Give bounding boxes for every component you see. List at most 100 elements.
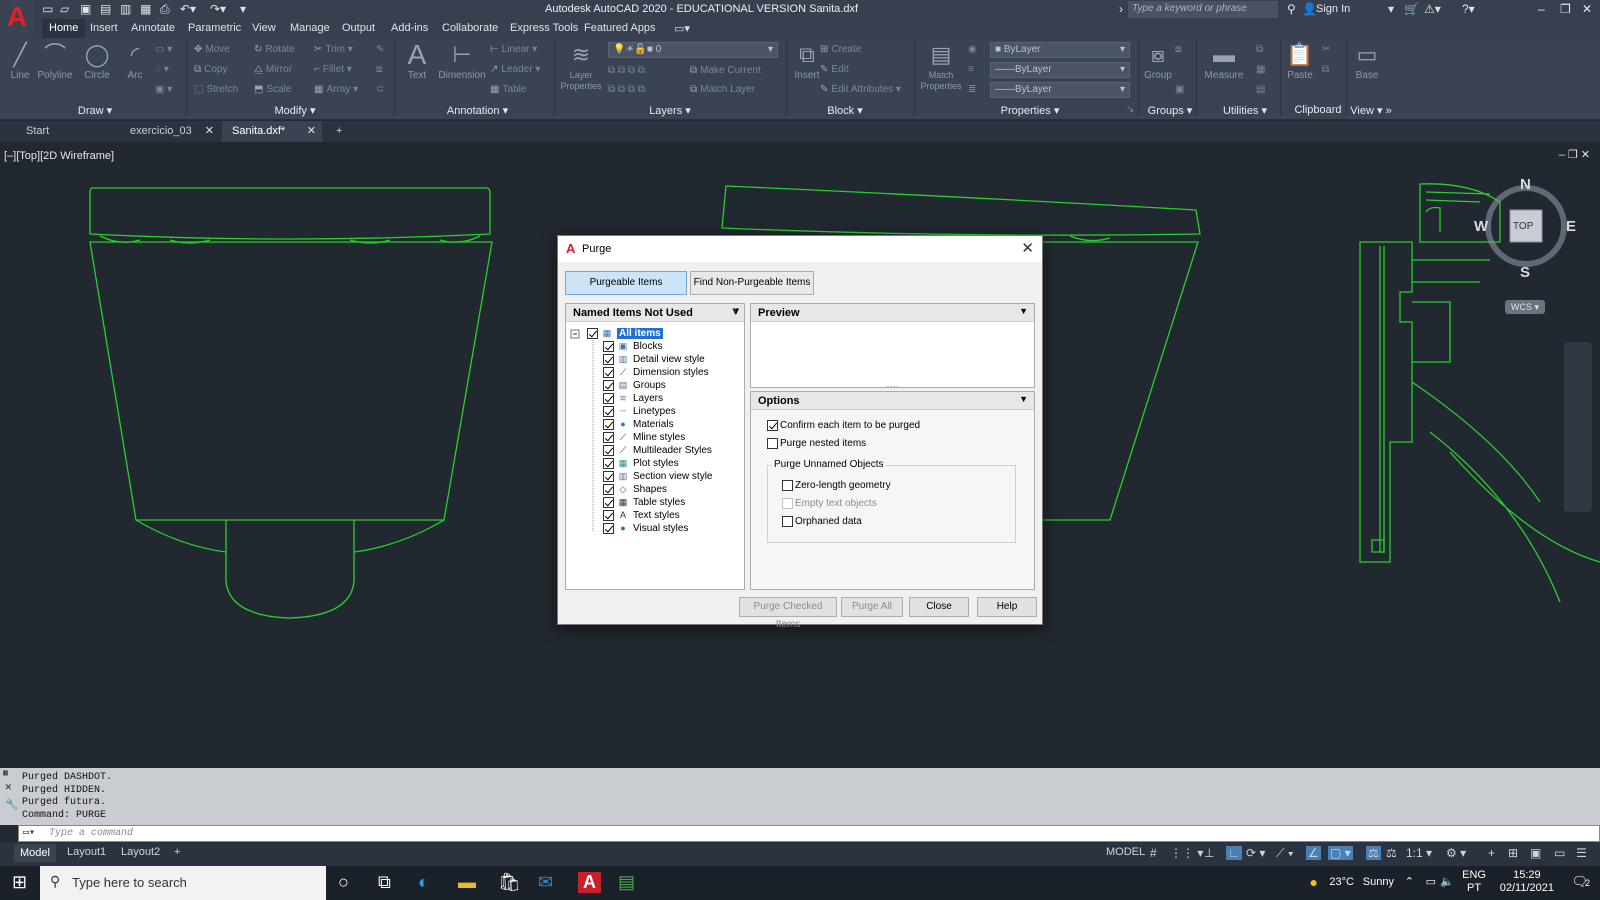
option-purge-nested[interactable]: Purge nested items [767, 438, 866, 450]
task-view-icon[interactable]: ⧉ [378, 872, 391, 893]
layer-tools-icons-2[interactable]: ⧉ ⧉ ⧉ ⧉ [608, 84, 645, 95]
customize-cmd-icon[interactable]: 🔧 [5, 798, 19, 812]
checkbox[interactable] [767, 420, 778, 431]
polyline-button[interactable]: ⌒ Polyline [35, 40, 75, 81]
paste-button[interactable]: 📋 Paste [1280, 40, 1320, 81]
tab-view[interactable]: View [252, 22, 276, 34]
tree-item-visual-styles[interactable]: ● Visual styles [603, 522, 688, 535]
lineweight-dropdown[interactable]: ——ByLayer ▾ [990, 82, 1130, 98]
open-file-icon[interactable]: ▱ [60, 2, 69, 16]
linear-button[interactable]: ⊢ Linear ▾ [490, 44, 537, 55]
viewcube-west[interactable]: W [1474, 218, 1488, 235]
clock[interactable]: 15:29 02/11/2021 [1500, 869, 1554, 895]
tab-annotate[interactable]: Annotate [131, 22, 175, 34]
restore-icon[interactable]: ❐ [1560, 2, 1571, 16]
panel-annotation-title[interactable]: Annotation ▾ [435, 104, 520, 117]
autocad-logo-icon[interactable]: A [0, 0, 34, 38]
tab-sanita[interactable]: Sanita.dxf* ✕ [222, 121, 322, 142]
customization-icon[interactable]: ☰ [1576, 846, 1587, 860]
find-non-purgeable-tab[interactable]: Find Non-Purgeable Items [690, 271, 814, 295]
edit-block-button[interactable]: ✎ Edit [820, 64, 849, 75]
create-block-button[interactable]: ⊞ Create [820, 44, 861, 55]
collapse-icon[interactable]: ▼ [1019, 394, 1028, 404]
checkbox[interactable] [603, 379, 614, 391]
checkbox[interactable] [603, 457, 614, 469]
layout-tab-layout2[interactable]: Layout2 [121, 846, 160, 858]
base-button[interactable]: ▭ViewBase [1347, 40, 1387, 81]
autocad-taskbar-icon[interactable]: A [578, 872, 601, 893]
panel-utilities-title[interactable]: Utilities ▾ [1210, 104, 1280, 117]
tree-item-linetypes[interactable]: ┄ Linetypes [603, 405, 676, 418]
edit-attributes-button[interactable]: ✎ Edit Attributes ▾ [820, 84, 901, 95]
undo-icon[interactable]: ↶▾ [180, 2, 196, 16]
redo-icon[interactable]: ↷▾ [210, 2, 226, 16]
panel-view-title[interactable]: View ▾ » [1346, 104, 1396, 117]
checkbox[interactable] [782, 516, 793, 527]
erase-icon[interactable]: ✎ [376, 44, 384, 55]
object-snap-tracking-icon[interactable]: ∠ [1306, 846, 1321, 860]
panel-layers-title[interactable]: Layers ▾ [640, 104, 700, 117]
viewcube-east[interactable]: E [1566, 218, 1576, 235]
ribbon-toggle-icon[interactable]: ▭▾ [674, 22, 690, 35]
cut-icon[interactable]: ✂ [1322, 44, 1330, 55]
viewport-controls-label[interactable]: [–][Top][2D Wireframe] [4, 150, 114, 162]
tab-home[interactable]: Home [42, 19, 86, 38]
tree-item-section-view-style[interactable]: ▥ Section view style [603, 470, 712, 483]
tree-item-mline-styles[interactable]: ⟋ Mline styles [603, 431, 685, 444]
snap-icon[interactable]: ⋮⋮ ▾ [1170, 846, 1203, 860]
option-orphaned[interactable]: Orphaned data [782, 516, 862, 528]
fillet-button[interactable]: ⌐ Fillet ▾ [314, 64, 352, 75]
viewcube[interactable]: N S E W TOP [1460, 172, 1580, 282]
tree-item-multileader-styles[interactable]: ⟋ Multileader Styles [603, 444, 712, 457]
checkbox[interactable] [603, 366, 614, 378]
weather-text[interactable]: Sunny [1363, 876, 1394, 888]
tree-item-detail-view-style[interactable]: ▥ Detail view style [603, 353, 705, 366]
clean-screen-icon[interactable]: ▭ [1554, 846, 1565, 860]
print-icon[interactable]: ⎙ [160, 2, 170, 17]
tab-featured-apps[interactable]: Featured Apps [584, 22, 656, 34]
help-button[interactable]: Help [977, 597, 1037, 617]
new-tab-button[interactable]: + [326, 121, 356, 142]
checkbox[interactable] [603, 405, 614, 417]
tree-item-text-styles[interactable]: A Text styles [603, 509, 680, 522]
dropdown-icon[interactable]: ▾ [1388, 2, 1394, 16]
close-button[interactable]: Close [909, 597, 969, 617]
leader-button[interactable]: ↗ Leader ▾ [490, 64, 540, 75]
file-explorer-icon[interactable]: ▬ [458, 872, 476, 893]
options-header[interactable]: Options ▼ [751, 392, 1034, 410]
ungroup-icon[interactable]: ⧈ [1175, 44, 1181, 55]
polar-icon[interactable]: ⟳ ▾ [1246, 846, 1265, 860]
tab-parametric[interactable]: Parametric [188, 22, 241, 34]
checkbox[interactable] [603, 340, 614, 352]
save-icon[interactable]: ▣ [80, 2, 91, 16]
array-button[interactable]: ▦ Array ▾ [314, 84, 358, 95]
layer-tools-icons[interactable]: ⧉ ⧉ ⧉ ⧉ [608, 65, 645, 76]
tree-item-table-styles[interactable]: ▦ Table styles [603, 496, 685, 509]
exchange-icon[interactable]: ⚠▾ [1424, 2, 1441, 16]
checkbox[interactable] [767, 438, 778, 449]
option-zero-length[interactable]: Zero-length geometry [782, 480, 891, 492]
group-select-icon[interactable]: ▣ [1175, 84, 1184, 95]
minimize-icon[interactable]: – [1538, 2, 1545, 16]
explode-icon[interactable]: ⧈ [376, 64, 382, 75]
match-layer-button[interactable]: ⧉ Match Layer [690, 84, 755, 95]
linetype-dropdown[interactable]: ——ByLayer ▾ [990, 62, 1130, 78]
close-cmd-icon[interactable]: ✕ [5, 780, 12, 794]
command-input[interactable]: ▭▾ Type a command [18, 825, 1600, 842]
help-search-input[interactable]: Type a keyword or phrase [1128, 1, 1278, 18]
navigation-bar[interactable] [1564, 342, 1592, 512]
tab-exercicio-03[interactable]: exercicio_03 ✕ [120, 121, 220, 142]
checkbox[interactable] [603, 392, 614, 404]
plot-icon[interactable]: ▦ [140, 2, 151, 16]
help-icon[interactable]: ?▾ [1462, 2, 1475, 16]
rectangle-icon[interactable]: ▭ ▾ [155, 44, 172, 55]
scale-button[interactable]: ⬒ Scale [254, 84, 291, 95]
panel-expand-icon[interactable]: ↘ [1126, 104, 1134, 115]
store-icon[interactable]: 🛍 [498, 872, 521, 893]
panel-draw-title[interactable]: Draw ▾ [60, 104, 130, 117]
mirror-button[interactable]: ⧋ Mirror [254, 64, 292, 75]
checkbox[interactable] [603, 496, 614, 508]
units-icon[interactable]: ⊞ [1508, 846, 1518, 860]
circle-button[interactable]: ◯ Circle [77, 40, 117, 81]
tab-insert[interactable]: Insert [90, 22, 118, 34]
